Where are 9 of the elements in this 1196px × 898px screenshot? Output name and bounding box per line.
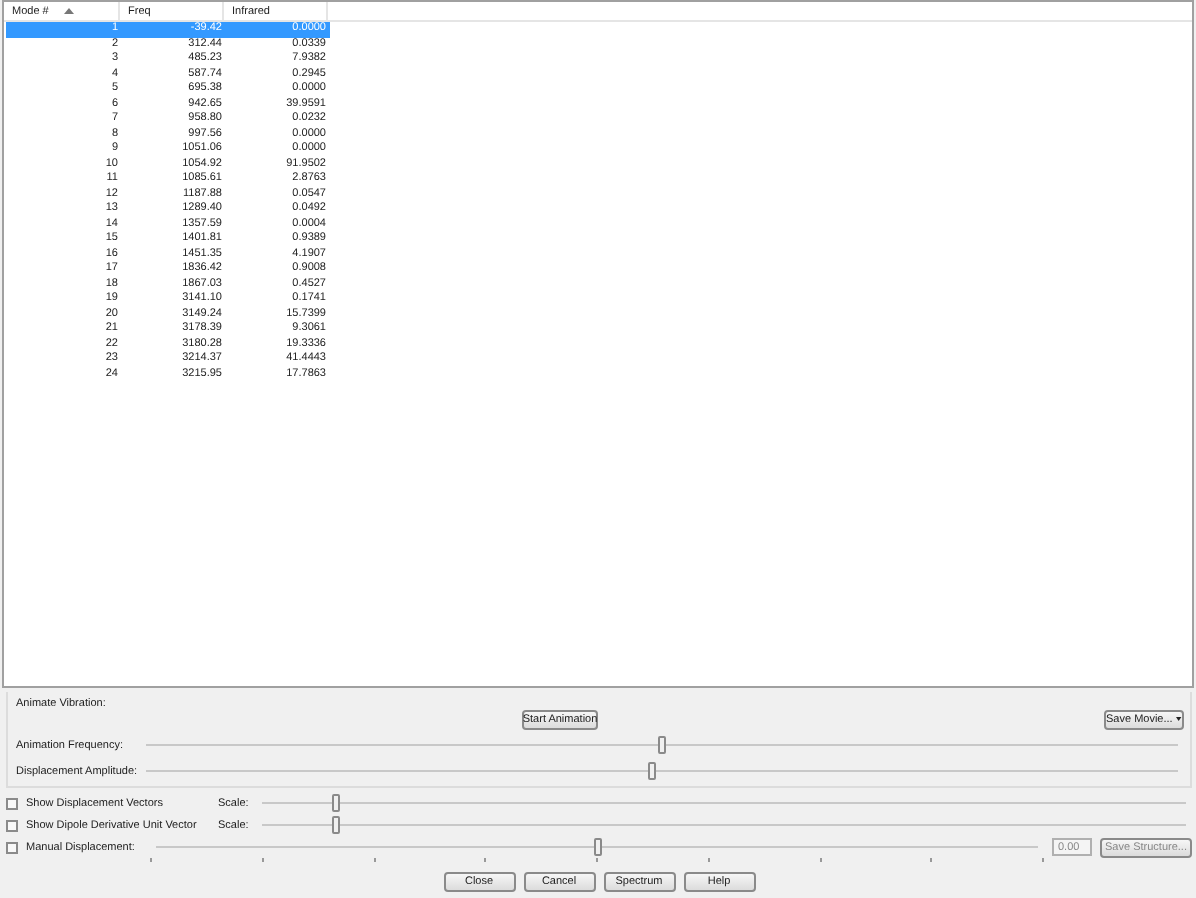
slider-thumb[interactable] <box>332 794 341 812</box>
checkbox[interactable] <box>6 841 18 853</box>
caret-icon <box>1176 716 1182 722</box>
slider-thumb[interactable] <box>658 736 666 754</box>
checkbox[interactable] <box>6 797 18 809</box>
slider-thumb[interactable] <box>332 816 341 834</box>
slider-thumb[interactable] <box>647 762 656 780</box>
slider-thumb[interactable] <box>593 838 601 856</box>
checkbox[interactable] <box>6 819 18 831</box>
